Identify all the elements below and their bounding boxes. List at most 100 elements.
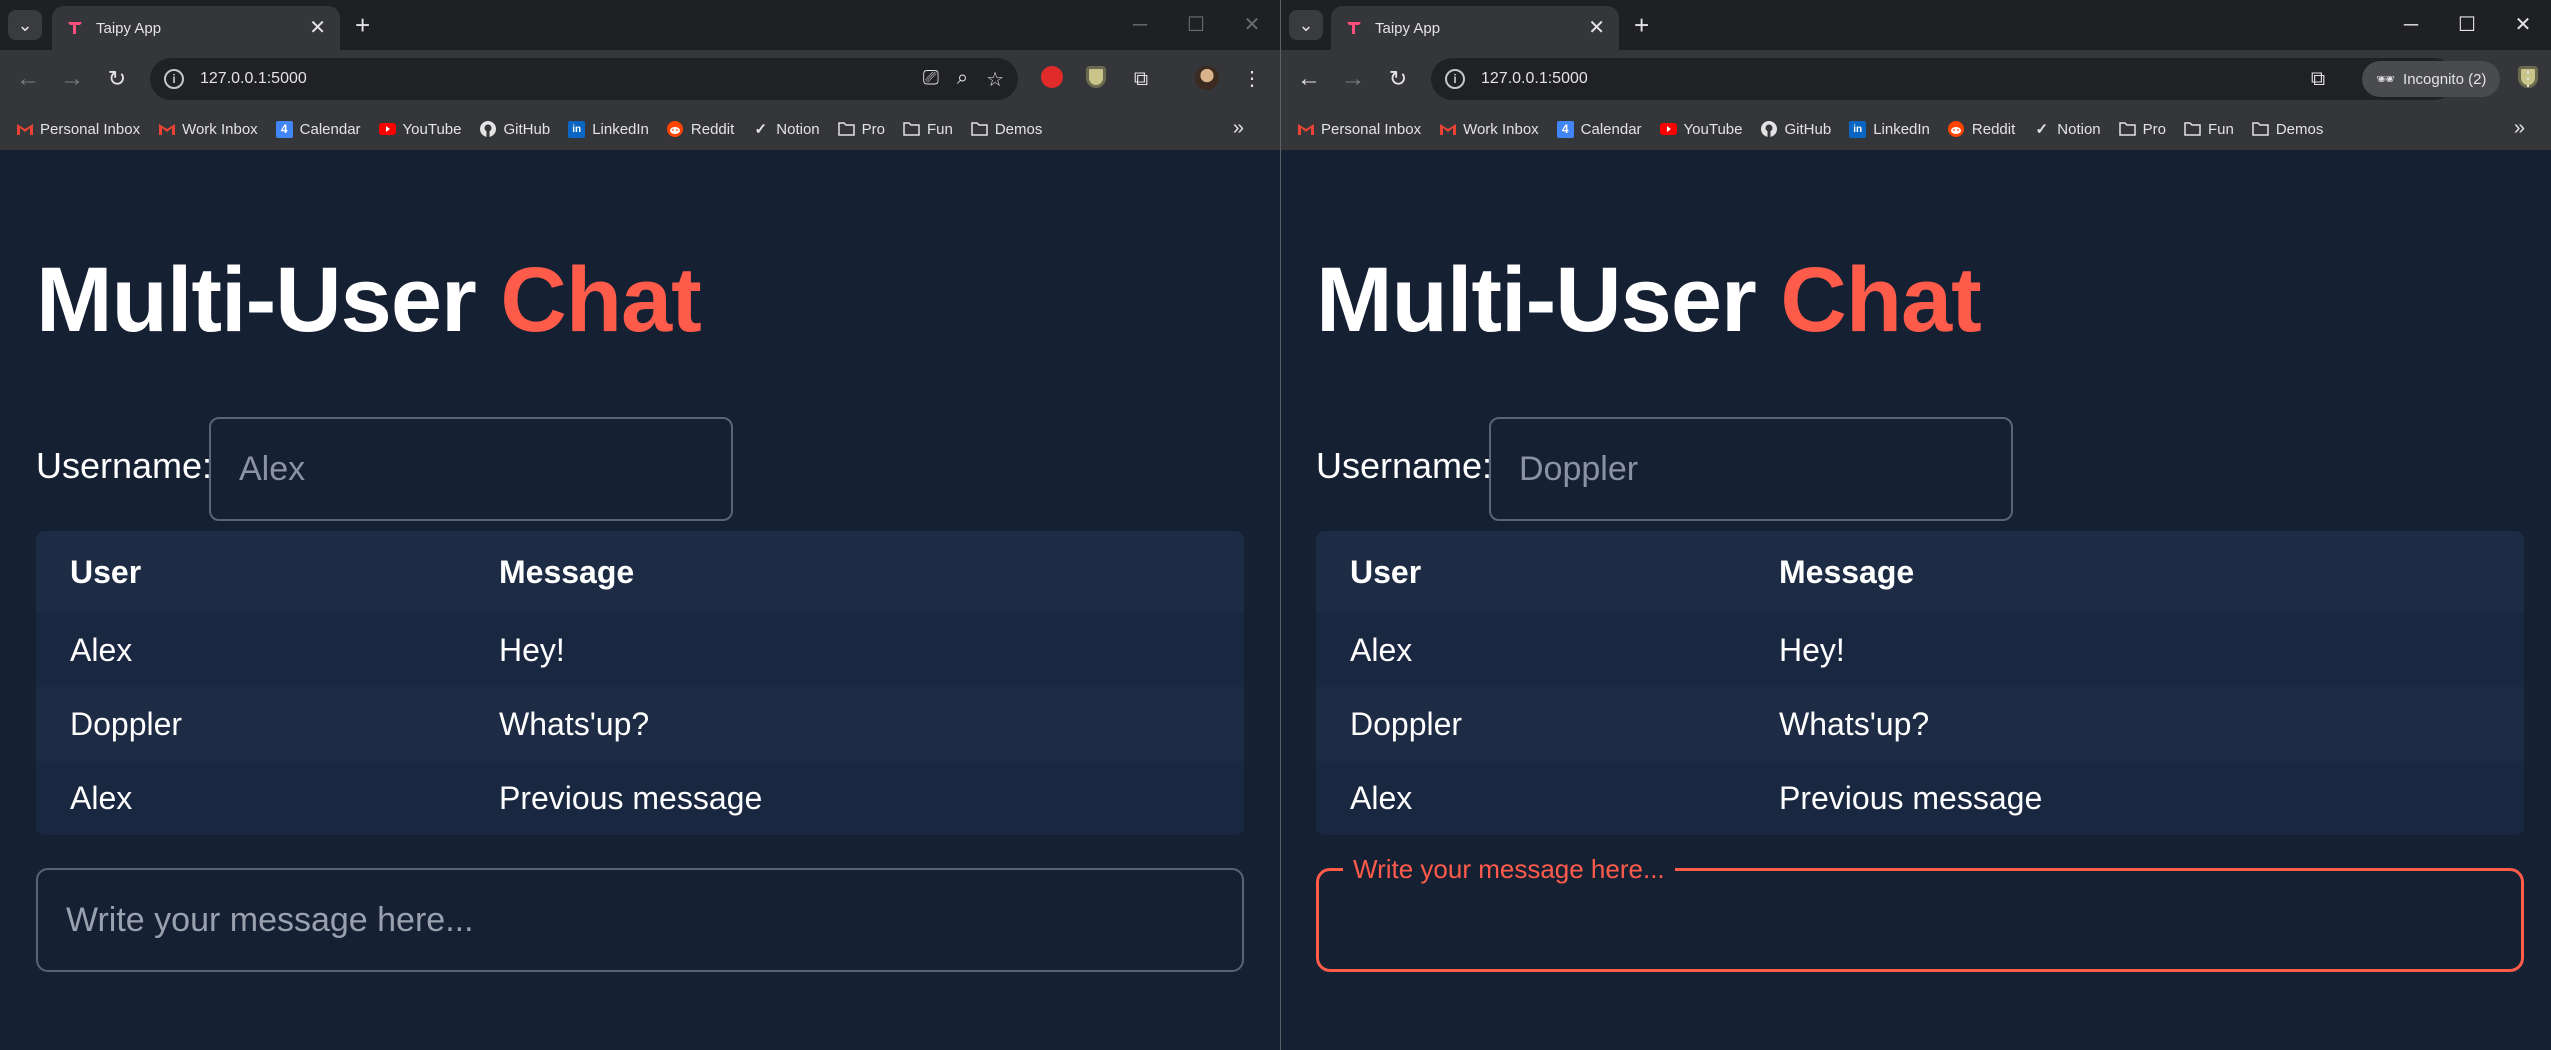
browser-tab[interactable]: Taipy App ✕ [1331,6,1619,50]
incognito-indicator[interactable]: 🕶 Incognito (2) [2362,61,2501,97]
reload-button[interactable]: ↻ [1384,66,1412,92]
bookmark-personal-inbox[interactable]: Personal Inbox [16,121,140,138]
table-row: Alex Hey! [1316,613,2524,687]
bookmark-folder-fun[interactable]: Fun [2184,121,2234,138]
column-header-user: User [1350,553,1422,590]
tab-search-button[interactable]: ⌄ [1289,10,1323,40]
back-button[interactable]: ← [1295,66,1323,92]
forward-button[interactable]: → [1339,66,1367,92]
url-text: 127.0.0.1:5000 [1481,70,1588,87]
install-app-icon[interactable]: ⎚ [923,67,939,92]
youtube-icon [378,121,396,138]
cell-user: Alex [70,779,133,816]
github-icon [1761,121,1778,138]
forward-button[interactable]: → [58,66,86,92]
linkedin-icon: in [568,120,586,138]
folder-icon [2184,121,2201,138]
gmail-icon [16,121,33,138]
extension-red-icon[interactable] [1038,66,1066,95]
tab-close-icon[interactable]: ✕ [1588,18,1605,38]
cell-user: Alex [1350,779,1413,816]
maximize-button[interactable]: ☐ [1168,10,1224,40]
minimize-button[interactable]: ─ [1112,10,1168,40]
cell-user: Alex [1350,631,1413,668]
bookmark-linkedin[interactable]: in LinkedIn [568,120,649,138]
username-input[interactable]: Alex [209,417,733,521]
bookmark-notion[interactable]: ✓ Notion [2033,121,2100,139]
cell-message: Previous message [1779,779,2043,816]
tab-close-icon[interactable]: ✕ [309,18,326,38]
extensions-puzzle-icon[interactable]: ⧉ [1127,66,1155,92]
url-text: 127.0.0.1:5000 [200,70,307,87]
back-button[interactable]: ← [14,66,42,92]
table-row: Alex Previous message [1316,761,2524,835]
folder-icon [2252,121,2269,138]
message-input[interactable]: Write your message here... [36,868,1244,972]
message-input[interactable]: Write your message here... [1316,854,2524,972]
bookmark-folder-pro[interactable]: Pro [837,121,885,138]
table-row: Doppler Whats'up? [1316,687,2524,761]
cell-message: Whats'up? [499,705,650,742]
reddit-icon [667,121,684,138]
folder-icon [2118,121,2136,138]
page-title: Multi-User Chat [36,249,702,351]
site-info-icon[interactable]: i [164,69,184,89]
bookmark-personal-inbox[interactable]: Personal Inbox [1297,121,1421,138]
cell-message: Hey! [1779,631,1845,668]
browser-menu-icon[interactable]: ⋮ [2514,66,2542,92]
address-bar[interactable]: i 127.0.0.1:5000 ⎚ ⌕ ☆ [150,58,1018,100]
bookmark-folder-demos[interactable]: Demos [971,121,1042,138]
username-input[interactable]: Doppler [1489,417,2013,521]
new-tab-button[interactable]: + [1634,12,1649,38]
gmail-icon [1297,121,1314,138]
bookmark-reddit[interactable]: Reddit [667,121,734,138]
browser-window-right: ⌄ Taipy App ✕ + ─ ☐ ✕ ← → ↻ i 127.0.0.1:… [1281,0,2551,1050]
browser-tab[interactable]: Taipy App ✕ [52,6,340,50]
close-window-button[interactable]: ✕ [2495,10,2551,40]
bookmark-youtube[interactable]: YouTube [1659,121,1743,138]
minimize-button[interactable]: ─ [2383,10,2439,40]
bookmark-calendar[interactable]: 4 Calendar [1556,120,1642,138]
bookmark-star-icon[interactable]: ☆ [986,67,1004,92]
bookmark-work-inbox[interactable]: Work Inbox [1439,121,1539,138]
bookmark-folder-pro[interactable]: Pro [2118,121,2166,138]
bookmark-notion[interactable]: ✓ Notion [752,121,819,139]
bookmarks-bar: Personal Inbox Work Inbox 4 Calendar YouT… [0,108,1280,150]
cell-user: Alex [70,631,133,668]
close-window-button[interactable]: ✕ [1224,10,1280,40]
bookmark-folder-demos[interactable]: Demos [2252,121,2323,138]
bookmarks-bar: Personal Inbox Work Inbox 4 Calendar YouT… [1281,108,2551,150]
reload-button[interactable]: ↻ [103,66,131,92]
page-title: Multi-User Chat [1316,249,1982,351]
address-bar[interactable]: i 127.0.0.1:5000 ⌕ ☆ [1431,58,2455,100]
maximize-button[interactable]: ☐ [2439,10,2495,40]
tab-search-button[interactable]: ⌄ [8,10,42,40]
bookmarks-overflow-icon[interactable]: » [2514,117,2525,140]
cell-user: Doppler [70,705,183,742]
cell-message: Hey! [499,631,565,668]
bookmark-github[interactable]: GitHub [480,121,550,138]
browser-toolbar: ← → ↻ i 127.0.0.1:5000 ⎚ ⌕ ☆ ⧉ ⋮ [0,50,1280,108]
zoom-icon[interactable]: ⌕ [957,67,968,92]
new-tab-button[interactable]: + [355,12,370,38]
site-info-icon[interactable]: i [1445,69,1465,89]
bookmark-folder-fun[interactable]: Fun [903,121,953,138]
table-header-row: User Message [1316,531,2524,613]
bookmark-github[interactable]: GitHub [1761,121,1831,138]
tab-title: Taipy App [1375,19,1441,37]
extensions-puzzle-icon[interactable]: ⧉ [2304,66,2332,92]
bookmark-calendar[interactable]: 4 Calendar [275,120,361,138]
bookmark-linkedin[interactable]: in LinkedIn [1849,120,1930,138]
profile-avatar[interactable] [1193,66,1221,97]
bookmark-work-inbox[interactable]: Work Inbox [158,121,258,138]
github-icon [480,121,497,138]
bookmarks-overflow-icon[interactable]: » [1233,117,1244,140]
browser-window-left: ⌄ Taipy App ✕ + ─ ☐ ✕ ← → ↻ i 127.0.0.1:… [0,0,1280,1050]
folder-icon [971,121,988,138]
bookmark-reddit[interactable]: Reddit [1948,121,2015,138]
browser-menu-icon[interactable]: ⋮ [1238,66,1266,92]
reddit-icon [1948,121,1965,138]
extension-shield-icon[interactable] [1082,66,1110,95]
column-header-user: User [70,553,142,590]
bookmark-youtube[interactable]: YouTube [378,121,462,138]
